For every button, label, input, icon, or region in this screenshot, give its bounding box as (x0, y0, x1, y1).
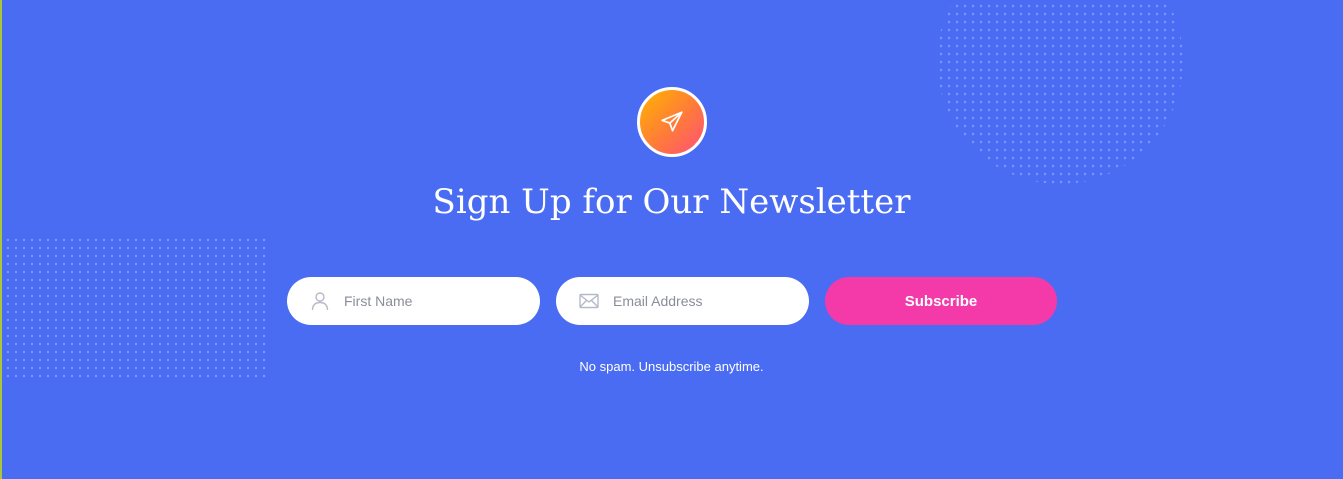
first-name-field (287, 277, 540, 325)
page-title: Sign Up for Our Newsletter (432, 182, 911, 222)
newsletter-badge (637, 87, 707, 157)
no-spam-note: No spam. Unsubscribe anytime. (579, 359, 764, 374)
subscribe-button[interactable]: Subscribe (825, 277, 1057, 325)
left-edge-accent (0, 0, 2, 479)
first-name-input[interactable] (344, 277, 524, 325)
email-input[interactable] (613, 277, 793, 325)
envelope-icon (578, 291, 600, 311)
dot-pattern-left (4, 236, 266, 378)
paper-plane-icon (659, 109, 685, 135)
user-icon (309, 291, 331, 311)
email-field (556, 277, 809, 325)
dot-pattern-right (937, 0, 1183, 184)
